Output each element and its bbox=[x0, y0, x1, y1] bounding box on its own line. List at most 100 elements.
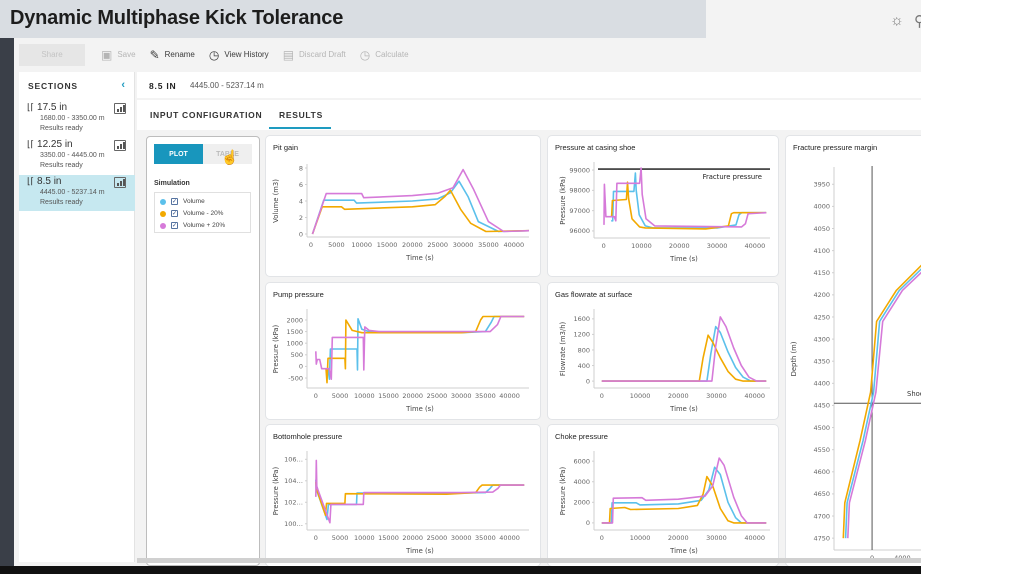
calculate-label: Calculate bbox=[375, 50, 409, 59]
y-tick-label: 4650 bbox=[813, 490, 830, 498]
x-axis-label: Time (s) bbox=[669, 255, 698, 263]
x-tick-label: 0 bbox=[314, 392, 318, 400]
x-tick-label: 30000 bbox=[706, 392, 727, 400]
section-item-status: Results ready bbox=[40, 199, 83, 206]
section-item-label: 8.5 in bbox=[37, 176, 62, 187]
x-tick-label: 10000 bbox=[354, 392, 375, 400]
shoe-label: Shoe bbox=[907, 390, 921, 398]
y-tick-label: 4150 bbox=[813, 269, 830, 277]
collapse-panel-button[interactable]: ‹ bbox=[121, 79, 125, 91]
x-tick-label: 30000 bbox=[706, 534, 727, 542]
plot-toggle-button[interactable]: PLOT bbox=[154, 144, 203, 164]
x-axis-label: Time (s) bbox=[405, 254, 434, 262]
simulation-checkbox[interactable]: ✓ bbox=[171, 210, 178, 217]
y-tick-label: 6 bbox=[299, 181, 303, 189]
section-item[interactable]: ⌊⌈ 8.5 in 4445.00 - 5237.14 m Results ready bbox=[19, 175, 135, 211]
y-tick-label: 4100 bbox=[813, 247, 830, 255]
y-tick-label: 100… bbox=[284, 520, 303, 528]
y-tick-label: 4350 bbox=[813, 358, 830, 366]
save-button[interactable]: ▣ Save bbox=[101, 48, 136, 62]
search-icon[interactable]: ⚲ bbox=[914, 12, 921, 30]
series-line-volume bbox=[844, 268, 921, 539]
simulation-name: Volume + 20% bbox=[183, 222, 226, 229]
section-item-status: Results ready bbox=[40, 125, 83, 132]
lightbulb-icon[interactable]: ☼ bbox=[890, 12, 904, 29]
hand-cursor-icon: ☝ bbox=[221, 149, 239, 165]
choke-pressure-chart-card: Choke pressure 0 10000 20000 30000 40000 0 2000… bbox=[548, 425, 778, 566]
y-tick-label: 4450 bbox=[813, 402, 830, 410]
section-item-label: 17.5 in bbox=[37, 102, 68, 113]
x-axis-label: Time (s) bbox=[669, 547, 698, 555]
discard-draft-button[interactable]: ▤ Discard Draft bbox=[283, 48, 346, 62]
section-item[interactable]: ⌊⌈ 12.25 in 3350.00 - 4445.00 m Results rea… bbox=[19, 138, 135, 174]
y-tick-label: 97000 bbox=[569, 207, 590, 215]
x-tick-label: 35000 bbox=[475, 392, 496, 400]
y-tick-label: 1000 bbox=[286, 339, 303, 347]
fracture-margin-plot: 0400080003950400040504100415042004250430… bbox=[790, 166, 921, 562]
y-axis-label: Pressure (kPa) bbox=[272, 466, 280, 515]
rename-button[interactable]: ✎ Rename bbox=[150, 48, 195, 62]
active-tab-indicator bbox=[269, 127, 331, 129]
discard-icon: ▤ bbox=[282, 47, 295, 62]
x-tick-label: 20000 bbox=[402, 534, 423, 542]
pump-pressure-chart-card: Pump pressure 0 5000 10000 15000 20000 25000 30… bbox=[266, 283, 540, 419]
tab-results[interactable]: RESULTS bbox=[279, 110, 323, 120]
x-tick-label: 10000 bbox=[630, 392, 651, 400]
series-line-volume-20 bbox=[601, 457, 767, 524]
section-item[interactable]: ⌊⌈ 17.5 in 1680.00 - 3350.00 m Results read… bbox=[19, 101, 135, 137]
y-tick-label: 6000 bbox=[573, 457, 590, 465]
y-tick-label: 2 bbox=[299, 214, 303, 222]
casing-icon: ⌊⌈ bbox=[27, 102, 35, 112]
simulation-checkbox[interactable]: ✓ bbox=[171, 198, 178, 205]
simulation-checkbox[interactable]: ✓ bbox=[171, 222, 178, 229]
y-tick-label: 4250 bbox=[813, 313, 830, 321]
y-tick-label: 800 bbox=[578, 346, 590, 354]
y-tick-label: 400 bbox=[578, 362, 590, 370]
bar-chart-icon[interactable] bbox=[114, 140, 126, 151]
y-tick-label: 4700 bbox=[813, 512, 830, 520]
y-axis-label: Volume (m3) bbox=[272, 179, 280, 223]
series-color-dot bbox=[160, 210, 166, 217]
x-tick-label: 25000 bbox=[427, 241, 448, 249]
y-tick-label: 102… bbox=[284, 499, 303, 507]
bar-chart-icon[interactable] bbox=[114, 177, 126, 188]
series-line-volume-20 bbox=[601, 316, 767, 382]
series-color-dot bbox=[160, 198, 166, 205]
y-axis-label: Flowrate (m3/h) bbox=[559, 321, 567, 376]
bottomhole-pressure-chart-card: Bottomhole pressure 0 5000 10000 15000 20000 2… bbox=[266, 425, 540, 566]
simulation-item[interactable]: ✓ Volume - 20% bbox=[160, 208, 223, 219]
calculate-button[interactable]: ◷ Calculate bbox=[360, 48, 409, 62]
save-icon: ▣ bbox=[101, 47, 113, 62]
share-button[interactable]: Share bbox=[19, 43, 85, 66]
section-item-range: 4445.00 - 5237.14 m bbox=[40, 189, 105, 196]
simulation-label: Simulation bbox=[154, 180, 190, 187]
horizontal-scrollbar[interactable] bbox=[137, 558, 921, 563]
simulation-name: Volume - 20% bbox=[183, 210, 224, 217]
pump-pressure-plot: 0 5000 10000 15000 20000 25000 30000 35000 40000… bbox=[272, 309, 529, 413]
tab-input-configuration[interactable]: INPUT CONFIGURATION bbox=[150, 110, 262, 120]
pencil-icon: ✎ bbox=[149, 47, 160, 62]
x-tick-label: 30000 bbox=[453, 241, 474, 249]
x-tick-label: 15000 bbox=[378, 392, 399, 400]
section-item-title: ⌊⌈ 12.25 in bbox=[27, 139, 73, 150]
title-bar: Dynamic Multiphase Kick Tolerance bbox=[0, 0, 706, 38]
casing-shoe-chart-card: Pressure at casing shoe 0 10000 20000 30000 4… bbox=[548, 136, 778, 276]
y-tick-label: 4750 bbox=[813, 534, 830, 542]
section-item-title: ⌊⌈ 8.5 in bbox=[27, 176, 62, 187]
bar-chart-icon[interactable] bbox=[114, 103, 126, 114]
x-tick-label: 0 bbox=[314, 534, 318, 542]
fracture-pressure-label: Fracture pressure bbox=[703, 173, 762, 181]
section-name: 8.5 IN bbox=[149, 81, 177, 91]
choke-pressure-plot: 0 10000 20000 30000 40000 0 2000 4000 6000 Time (… bbox=[559, 451, 770, 555]
casing-icon: ⌊⌈ bbox=[27, 176, 35, 186]
simulation-item[interactable]: ✓ Volume + 20% bbox=[160, 220, 225, 231]
clock-icon: ◷ bbox=[208, 47, 220, 62]
x-tick-label: 0 bbox=[309, 241, 313, 249]
y-tick-label: 500 bbox=[291, 351, 303, 359]
simulation-item[interactable]: ✓ Volume bbox=[160, 196, 205, 207]
x-tick-label: 10000 bbox=[354, 534, 375, 542]
y-tick-label: 4200 bbox=[813, 291, 830, 299]
view-history-button[interactable]: ◷ View History bbox=[209, 48, 269, 62]
series-line-volume bbox=[611, 172, 767, 229]
x-tick-label: 15000 bbox=[378, 534, 399, 542]
